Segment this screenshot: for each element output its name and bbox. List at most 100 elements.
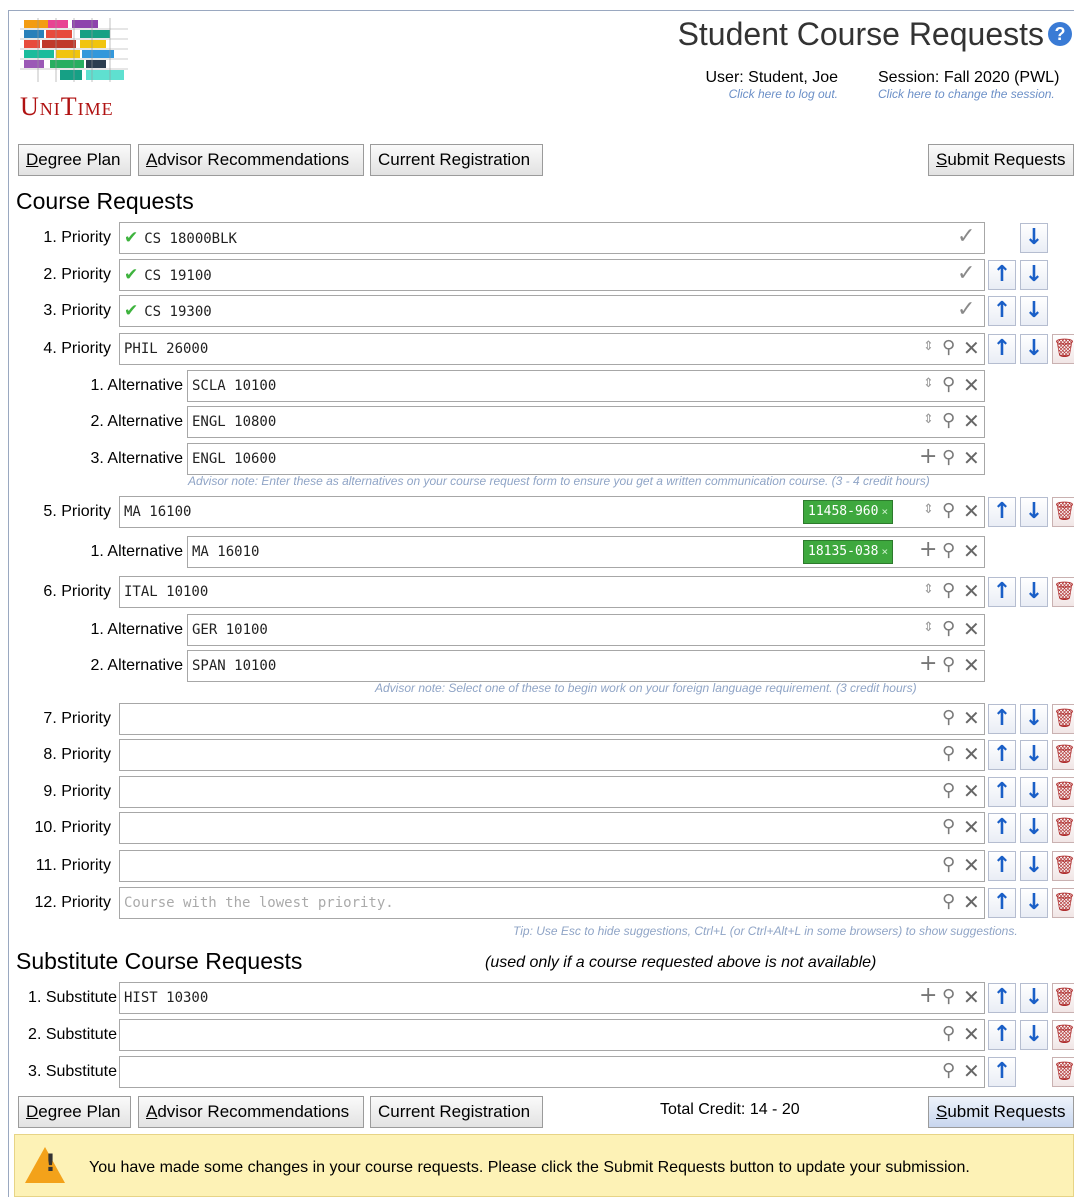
degree-plan-button[interactable]: Degree Plan xyxy=(18,144,131,176)
move-down-icon[interactable]: ↓ xyxy=(1020,223,1048,253)
add-icon[interactable]: + xyxy=(919,539,937,561)
course-input[interactable]: ENGL 10800 xyxy=(187,406,985,438)
delete-icon[interactable]: 🗑 xyxy=(1052,1057,1074,1087)
clear-icon[interactable]: ✕ xyxy=(963,744,980,764)
course-input[interactable] xyxy=(119,739,985,771)
section-chip[interactable]: 18135-038 × xyxy=(803,540,894,564)
move-down-icon[interactable]: ↓ xyxy=(1020,577,1048,607)
clear-icon[interactable]: ✕ xyxy=(963,541,980,561)
move-up-icon[interactable]: ↑ xyxy=(988,260,1016,290)
move-up-icon[interactable]: ↑ xyxy=(988,813,1016,843)
move-up-icon[interactable]: ↑ xyxy=(988,1020,1016,1050)
search-icon[interactable]: ⚲ xyxy=(942,412,955,430)
move-down-icon[interactable]: ↓ xyxy=(1020,888,1048,918)
course-input[interactable] xyxy=(119,703,985,735)
delete-icon[interactable]: 🗑 xyxy=(1052,777,1074,807)
course-input[interactable]: PHIL 26000 xyxy=(119,333,985,365)
delete-icon[interactable]: 🗑 xyxy=(1052,704,1074,734)
search-icon[interactable]: ⚲ xyxy=(942,1025,955,1043)
add-icon[interactable]: + xyxy=(919,446,937,468)
move-down-icon[interactable]: ↓ xyxy=(1020,983,1048,1013)
add-icon[interactable]: + xyxy=(919,985,937,1007)
move-up-icon[interactable]: ↑ xyxy=(988,296,1016,326)
clear-icon[interactable]: ✕ xyxy=(963,892,980,912)
course-input[interactable]: SCLA 10100 xyxy=(187,370,985,402)
search-icon[interactable]: ⚲ xyxy=(942,620,955,638)
course-input[interactable]: ✔ CS 19100 xyxy=(119,259,985,291)
delete-icon[interactable]: 🗑 xyxy=(1052,851,1074,881)
clear-icon[interactable]: ✕ xyxy=(963,855,980,875)
delete-icon[interactable]: 🗑 xyxy=(1052,983,1074,1013)
move-down-icon[interactable]: ↓ xyxy=(1020,1020,1048,1050)
search-icon[interactable]: ⚲ xyxy=(942,856,955,874)
search-icon[interactable]: ⚲ xyxy=(942,1062,955,1080)
move-up-icon[interactable]: ↑ xyxy=(988,1057,1016,1087)
search-icon[interactable]: ⚲ xyxy=(942,582,955,600)
sort-icon[interactable]: ⇕ xyxy=(923,583,934,596)
course-input[interactable]: ENGL 10600 xyxy=(187,443,985,475)
sort-icon[interactable]: ⇕ xyxy=(923,340,934,353)
search-icon[interactable]: ⚲ xyxy=(942,709,955,727)
clear-icon[interactable]: ✕ xyxy=(963,338,980,358)
search-icon[interactable]: ⚲ xyxy=(942,376,955,394)
delete-icon[interactable]: 🗑 xyxy=(1052,497,1074,527)
search-icon[interactable]: ⚲ xyxy=(942,893,955,911)
search-icon[interactable]: ⚲ xyxy=(942,656,955,674)
section-chip[interactable]: 11458-960 × xyxy=(803,500,894,524)
clear-icon[interactable]: ✕ xyxy=(963,1024,980,1044)
logout-link[interactable]: Click here to log out. xyxy=(692,87,838,101)
clear-icon[interactable]: ✕ xyxy=(963,619,980,639)
course-input[interactable]: SPAN 10100 xyxy=(187,650,985,682)
course-input[interactable]: Course with the lowest priority. xyxy=(119,887,985,919)
search-icon[interactable]: ⚲ xyxy=(942,339,955,357)
advisor-recommendations-button-bottom[interactable]: Advisor Recommendations xyxy=(138,1096,364,1128)
move-up-icon[interactable]: ↑ xyxy=(988,888,1016,918)
add-icon[interactable]: + xyxy=(919,653,937,675)
course-input[interactable]: HIST 10300 xyxy=(119,982,985,1014)
course-input[interactable]: ✔ CS 18000BLK xyxy=(119,222,985,254)
move-down-icon[interactable]: ↓ xyxy=(1020,813,1048,843)
clear-icon[interactable]: ✕ xyxy=(963,781,980,801)
clear-icon[interactable]: ✕ xyxy=(963,1061,980,1081)
move-down-icon[interactable]: ↓ xyxy=(1020,260,1048,290)
move-down-icon[interactable]: ↓ xyxy=(1020,851,1048,881)
move-down-icon[interactable]: ↓ xyxy=(1020,296,1048,326)
delete-icon[interactable]: 🗑 xyxy=(1052,740,1074,770)
move-up-icon[interactable]: ↑ xyxy=(988,334,1016,364)
clear-icon[interactable]: ✕ xyxy=(963,581,980,601)
delete-icon[interactable]: 🗑 xyxy=(1052,577,1074,607)
sort-icon[interactable]: ⇕ xyxy=(923,621,934,634)
search-icon[interactable]: ⚲ xyxy=(942,988,955,1006)
move-up-icon[interactable]: ↑ xyxy=(988,577,1016,607)
move-down-icon[interactable]: ↓ xyxy=(1020,334,1048,364)
search-icon[interactable]: ⚲ xyxy=(942,542,955,560)
course-input[interactable] xyxy=(119,1056,985,1088)
sort-icon[interactable]: ⇕ xyxy=(923,377,934,390)
course-input[interactable] xyxy=(119,776,985,808)
user-info[interactable]: User: Student, Joe Click here to log out… xyxy=(692,69,838,101)
search-icon[interactable]: ⚲ xyxy=(942,449,955,467)
remove-chip-icon[interactable]: × xyxy=(881,545,888,558)
submit-requests-button-bottom[interactable]: Submit Requests xyxy=(928,1096,1074,1128)
delete-icon[interactable]: 🗑 xyxy=(1052,334,1074,364)
delete-icon[interactable]: 🗑 xyxy=(1052,813,1074,843)
clear-icon[interactable]: ✕ xyxy=(963,448,980,468)
move-down-icon[interactable]: ↓ xyxy=(1020,704,1048,734)
move-up-icon[interactable]: ↑ xyxy=(988,740,1016,770)
move-down-icon[interactable]: ↓ xyxy=(1020,740,1048,770)
sort-icon[interactable]: ⇕ xyxy=(923,413,934,426)
move-up-icon[interactable]: ↑ xyxy=(988,704,1016,734)
clear-icon[interactable]: ✕ xyxy=(963,411,980,431)
delete-icon[interactable]: 🗑 xyxy=(1052,1020,1074,1050)
submit-requests-button[interactable]: Submit Requests xyxy=(928,144,1074,176)
search-icon[interactable]: ⚲ xyxy=(942,502,955,520)
move-down-icon[interactable]: ↓ xyxy=(1020,777,1048,807)
sort-icon[interactable]: ⇕ xyxy=(923,503,934,516)
move-up-icon[interactable]: ↑ xyxy=(988,983,1016,1013)
help-icon[interactable]: ? xyxy=(1048,22,1072,46)
course-input[interactable] xyxy=(119,1019,985,1051)
clear-icon[interactable]: ✕ xyxy=(963,501,980,521)
move-down-icon[interactable]: ↓ xyxy=(1020,497,1048,527)
clear-icon[interactable]: ✕ xyxy=(963,817,980,837)
clear-icon[interactable]: ✕ xyxy=(963,708,980,728)
